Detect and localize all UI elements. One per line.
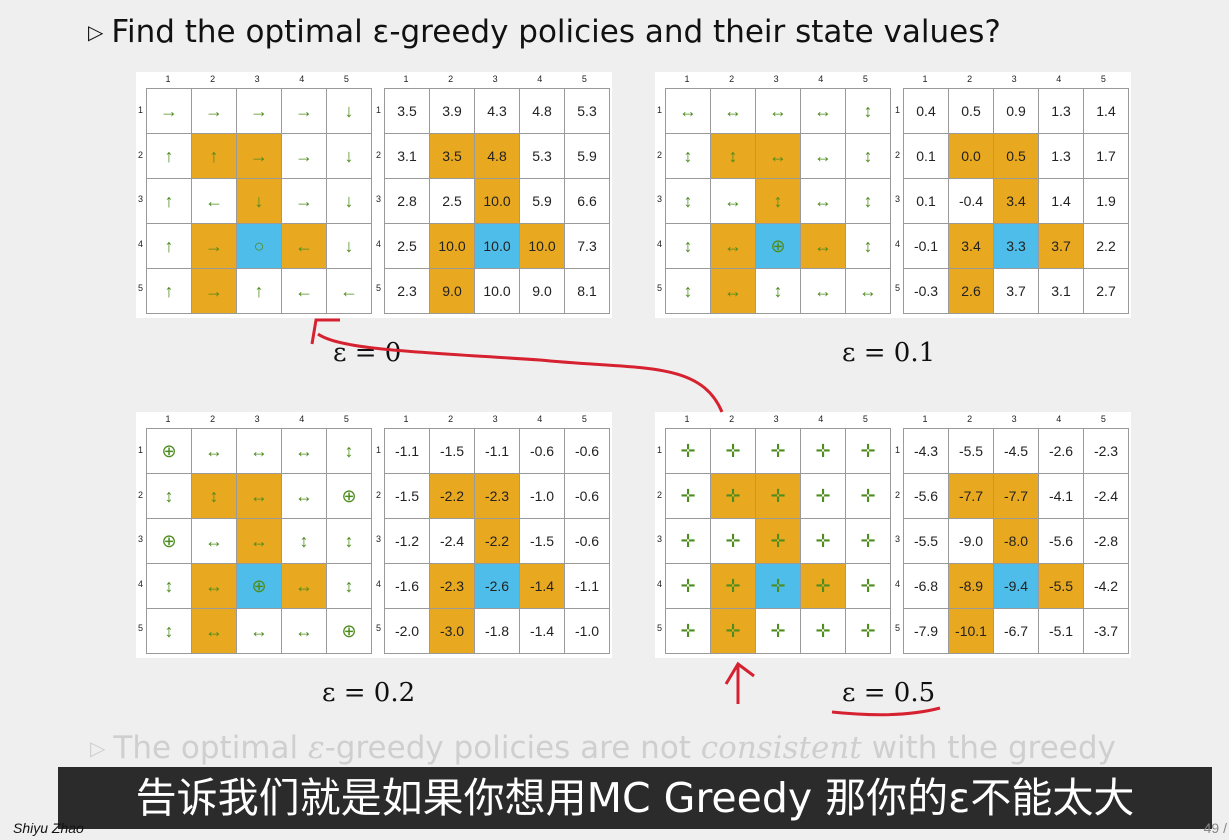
page-number: 49 /	[1203, 820, 1227, 836]
annotation-up-arrow	[724, 661, 755, 704]
red-annotations	[310, 318, 941, 717]
annotation-arrow-curve	[317, 332, 724, 413]
video-subtitle: 告诉我们就是如果你想用MC Greedy 那你的ε不能太大	[58, 767, 1212, 829]
author-name: Shiyu Zhao	[13, 820, 84, 836]
slide: ▷ Find the optimal ε-greedy policies and …	[0, 0, 1229, 840]
annotation-underline	[831, 706, 941, 717]
